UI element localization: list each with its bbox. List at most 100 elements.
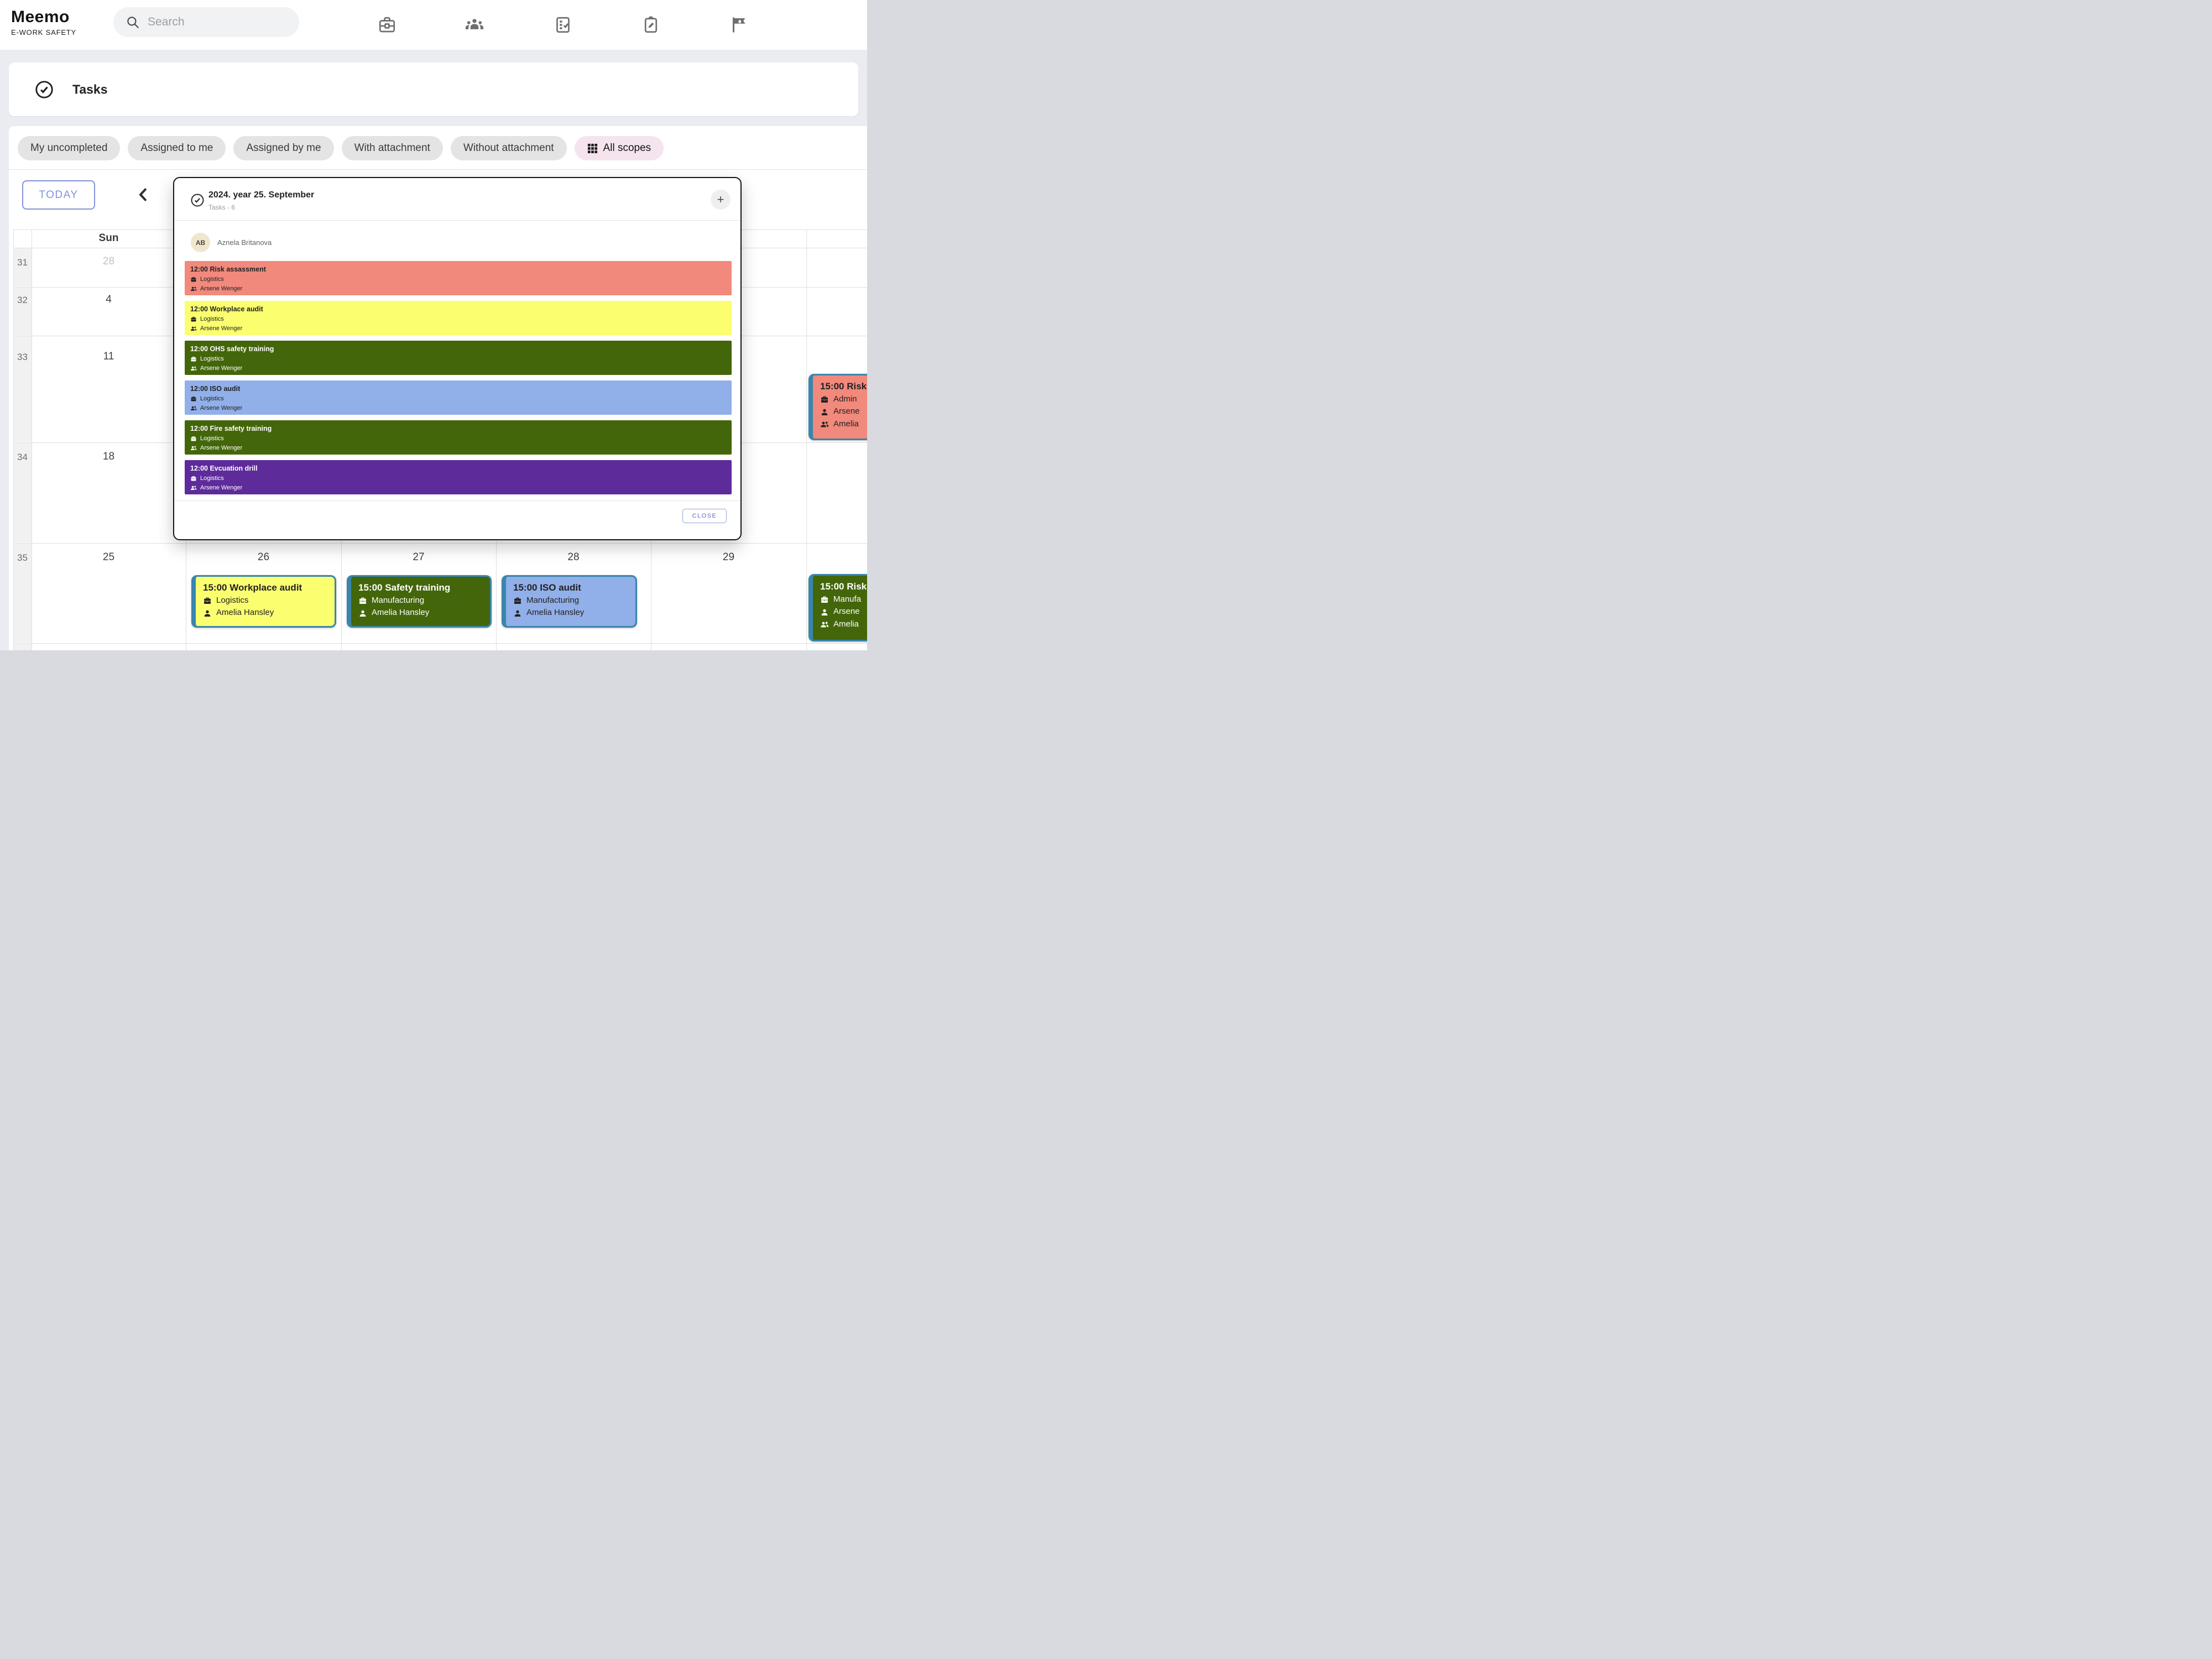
briefcase-icon [513,596,522,605]
popup-task-risk-assassment[interactable]: 12:00 Risk assassment Logistics Arsene W… [185,261,732,295]
team-nav-icon[interactable] [464,14,485,35]
popup-task-iso-audit[interactable]: 12:00 ISO audit Logistics Arsene Wenger [185,380,732,415]
date-cell-label[interactable]: 25 [32,551,186,564]
grid-line [806,229,807,650]
date-cell-label[interactable]: 28 [496,551,651,564]
filter-chip-assigned-by-me[interactable]: Assigned by me [233,136,333,160]
task-dept-row: Logistics [190,474,726,483]
date-cell-label[interactable]: 18 [32,451,186,463]
popup-task-workplace-audit[interactable]: 12:00 Workplace audit Logistics Arsene W… [185,301,732,335]
assignee-name: Aznela Britanova [217,238,272,247]
task-card-risk-week35[interactable]: 15:00 Risk Manufa Arsene Amelia [808,574,867,641]
task-person: Arsene [833,405,860,418]
people-icon [190,365,197,372]
task-dept-row: Logistics [190,315,726,324]
task-dept: Manufacturing [372,594,424,607]
checklist-nav-icon[interactable] [553,15,573,35]
date-cell-label[interactable]: 4 [32,294,186,306]
brand-name: Meemo [11,8,76,27]
task-title: 15:00 Workplace audit [203,582,329,594]
task-person-row: Arsene Wenger [190,324,726,333]
date-cell-label[interactable]: 11 [32,351,186,363]
week-number: 35 [13,552,32,564]
task-title: 12:00 Risk assassment [190,265,726,275]
filter-chip-assigned-to-me[interactable]: Assigned to me [128,136,226,160]
task-title: 15:00 Risk [820,581,867,593]
task-dept: Logistics [200,275,224,284]
check-circle-icon [190,192,205,208]
task-person-row: Arsene Wenger [190,364,726,373]
page-title: Tasks [72,82,108,97]
popup-task-ohs-safety-training[interactable]: 12:00 OHS safety training Logistics Arse… [185,341,732,375]
task-dept: Logistics [200,434,224,444]
people-icon [190,325,197,332]
task-title: 12:00 OHS safety training [190,345,726,354]
report-edit-nav-icon[interactable] [641,15,661,35]
search-placeholder: Search [148,15,185,29]
avatar: AB [191,233,210,252]
task-dept-row: Logistics [190,275,726,284]
task-card-safety-training-27[interactable]: 15:00 Safety training Manufacturing Amel… [347,575,492,628]
task-person: Amelia Hansley [372,607,429,619]
task-dept: Logistics [200,354,224,364]
week-number: 34 [13,452,32,463]
task-dept: Logistics [200,474,224,483]
task-person: Arsene Wenger [200,444,242,453]
grid-line [13,543,867,544]
search-icon [126,15,140,29]
task-dept: Manufacturing [526,594,579,607]
popup-task-evcuation-drill[interactable]: 12:00 Evcuation drill Logistics Arsene W… [185,460,732,494]
date-cell-label[interactable]: 29 [651,551,806,564]
assignee-row[interactable]: AB Aznela Britanova [191,233,272,252]
task-dept: Logistics [200,315,224,324]
people-icon [820,620,829,629]
date-cell-label[interactable]: 27 [341,551,496,564]
task-person: Arsene [833,606,860,618]
people-icon [190,285,197,292]
task-title: 15:00 Risk [820,380,867,393]
task-dept-row: Manufacturing [358,594,484,607]
close-button[interactable]: CLOSE [682,509,727,523]
briefcase-icon [820,595,829,604]
task-card-workplace-audit-26[interactable]: 15:00 Workplace audit Logistics Amelia H… [191,575,336,628]
task-person-row: Arsene [820,405,867,418]
today-button[interactable]: TODAY [22,180,95,210]
grid-line [13,229,14,650]
person-icon [820,608,829,617]
search-input[interactable]: Search [113,7,299,37]
add-task-button[interactable]: + [711,190,731,210]
flag-nav-icon[interactable] [729,15,749,35]
task-person-row: Amelia Hansley [358,607,484,619]
filter-chip-with-attachment[interactable]: With attachment [342,136,443,160]
panel-divider [9,169,867,170]
popup-footer-divider [174,500,740,501]
task-card-risk-week33[interactable]: 15:00 Risk Admin Arsene Amelia [808,374,867,440]
task-person: Amelia Hansley [216,607,274,619]
date-cell-label[interactable]: 26 [186,551,341,564]
date-cell-label[interactable]: 28 [32,255,186,268]
task-person-row: Amelia Hansley [203,607,329,619]
task-title: 12:00 ISO audit [190,384,726,394]
task-person2-row: Amelia [820,618,867,631]
task-dept-row: Logistics [190,434,726,444]
task-card-iso-audit-28[interactable]: 15:00 ISO audit Manufacturing Amelia Han… [502,575,637,628]
filter-chip-my-uncompleted[interactable]: My uncompleted [18,136,120,160]
briefcase-nav-icon[interactable] [377,15,397,35]
chevron-left-icon[interactable] [135,186,152,203]
task-dept-row: Admin [820,393,867,406]
briefcase-icon [190,475,197,482]
popup-task-fire-safety-training[interactable]: 12:00 Fire safety training Logistics Ars… [185,420,732,455]
filter-chip-without-attachment[interactable]: Without attachment [451,136,567,160]
check-circle-icon [34,79,55,100]
top-header: Meemo E-WORK SAFETY Search [0,0,867,50]
briefcase-icon [190,356,197,362]
grid-line [13,643,867,644]
briefcase-icon [203,596,212,605]
day-tasks-popup: 2024. year 25. September Tasks - 6 + AB … [173,177,742,540]
filter-chip-all-scopes[interactable]: All scopes [575,136,664,160]
task-title: 12:00 Workplace audit [190,305,726,315]
popup-task-count: Tasks - 6 [208,204,235,211]
week-number: 33 [13,352,32,363]
popup-header-divider [174,220,740,221]
briefcase-icon [820,395,829,404]
